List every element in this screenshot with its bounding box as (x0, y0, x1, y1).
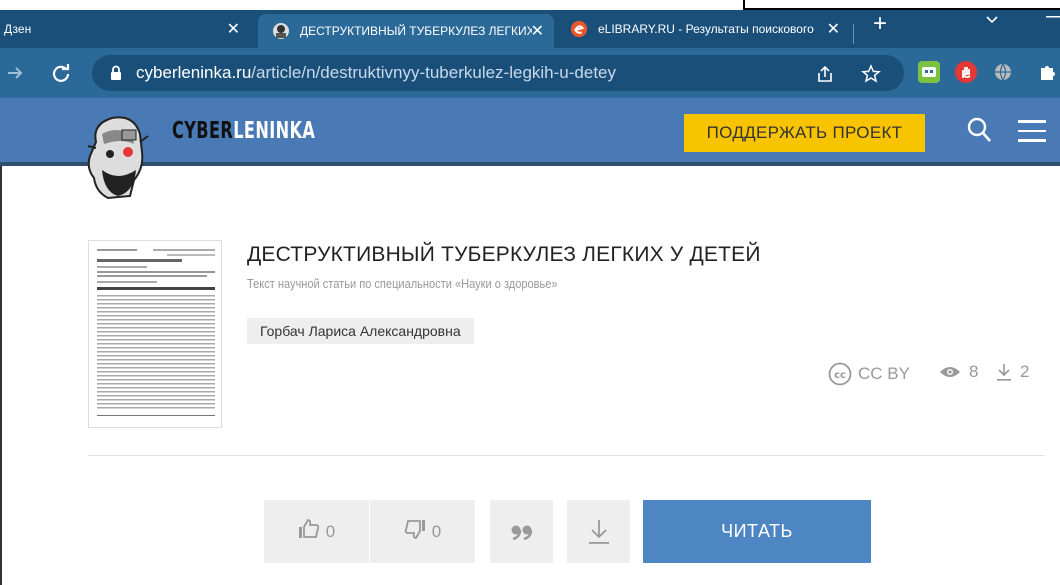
download-arrow-icon (588, 519, 610, 545)
share-icon[interactable] (814, 63, 836, 85)
hamburger-menu-icon[interactable] (1018, 120, 1046, 144)
cyberleninka-favicon-icon (272, 22, 290, 40)
author-tag[interactable]: Горбач Лариса Александровна (247, 318, 474, 344)
extension-green-icon[interactable] (918, 61, 940, 83)
document-preview-icon (97, 249, 215, 416)
download-icon (996, 363, 1012, 381)
dislikes-count: 0 (431, 521, 442, 541)
creative-commons-icon: cc (828, 362, 852, 386)
views-count: 8 (939, 362, 978, 382)
dislike-button[interactable]: 0 (370, 500, 475, 563)
top-border (0, 0, 1060, 10)
tab-separator (853, 24, 854, 44)
eye-icon (939, 365, 961, 379)
window-minimize-icon[interactable] (1046, 8, 1060, 25)
thumbs-up-icon (298, 519, 320, 544)
elibrary-favicon-icon (570, 20, 588, 38)
tab-elibrary[interactable]: eLIBRARY.RU - Результаты поискового ✕ (562, 10, 850, 48)
new-tab-button[interactable]: + (866, 10, 894, 38)
support-project-button[interactable]: ПОДДЕРЖАТЬ ПРОЕКТ (684, 114, 925, 152)
article-subtitle: Текст научной статьи по специальности «Н… (247, 276, 558, 291)
reload-icon[interactable] (48, 60, 74, 86)
like-button[interactable]: 0 (264, 500, 369, 563)
tab-close-icon[interactable]: ✕ (531, 21, 544, 41)
article-thumbnail[interactable] (88, 240, 222, 428)
download-button[interactable] (567, 500, 630, 563)
quote-icon (511, 524, 533, 540)
adblock-hand-icon[interactable] (955, 61, 977, 83)
tab-close-icon[interactable]: ✕ (827, 19, 840, 39)
browser-toolbar: cyberleninka.ru/article/n/destruktivnyy-… (0, 48, 1060, 98)
views-value: 8 (969, 362, 979, 381)
article-title: ДЕСТРУКТИВНЫЙ ТУБЕРКУЛЕЗ ЛЕГКИХ У ДЕТЕЙ (247, 243, 761, 266)
extensions-puzzle-icon[interactable] (1036, 61, 1058, 83)
frame-edge (0, 166, 2, 585)
forward-arrow-icon[interactable] (2, 60, 28, 86)
tab-title: eLIBRARY.RU - Результаты поискового (598, 22, 814, 36)
logo-text-cyber: CYBER (172, 118, 234, 144)
lock-icon (110, 65, 122, 81)
cite-button[interactable] (490, 500, 553, 563)
downloads-count: 2 (996, 362, 1029, 382)
tab-dzen[interactable]: Дзен ✕ (0, 10, 250, 48)
downloads-value: 2 (1020, 362, 1030, 381)
tab-title: Дзен (4, 22, 32, 36)
url-path: /article/n/destruktivnyy-tuberkulez-legk… (251, 63, 616, 82)
tab-title: ДЕСТРУКТИВНЫЙ ТУБЕРКУЛЕЗ ЛЕГКИХ (300, 24, 532, 38)
thumbs-down-icon (404, 519, 426, 544)
license-badge[interactable]: cc CC BY (828, 362, 910, 386)
browser-tab-bar: Дзен ✕ ДЕСТРУКТИВНЫЙ ТУБЕРКУЛЕЗ ЛЕГКИХ ✕… (0, 10, 1060, 48)
search-icon[interactable] (966, 116, 996, 148)
logo-text-leninka: LENINKA (233, 118, 316, 144)
section-divider (88, 455, 1045, 456)
site-logo-text[interactable]: CYBERLENINKA (172, 118, 315, 144)
url-text[interactable]: cyberleninka.ru/article/n/destruktivnyy-… (136, 63, 616, 83)
cyberleninka-logo-icon[interactable] (82, 112, 154, 200)
tab-article[interactable]: ДЕСТРУКТИВНЫЙ ТУБЕРКУЛЕЗ ЛЕГКИХ ✕ (258, 14, 554, 48)
address-bar[interactable]: cyberleninka.ru/article/n/destruktivnyy-… (92, 55, 904, 91)
svg-text:cc: cc (834, 370, 846, 381)
license-text: CC BY (858, 364, 910, 383)
url-host: cyberleninka.ru (136, 63, 252, 82)
likes-count: 0 (325, 521, 336, 541)
bookmark-star-icon[interactable] (860, 63, 882, 85)
globe-extension-icon[interactable] (992, 61, 1014, 83)
tab-search-chevron-icon[interactable] (985, 12, 999, 28)
tab-close-icon[interactable]: ✕ (227, 19, 240, 39)
read-button[interactable]: ЧИТАТЬ (643, 500, 871, 563)
